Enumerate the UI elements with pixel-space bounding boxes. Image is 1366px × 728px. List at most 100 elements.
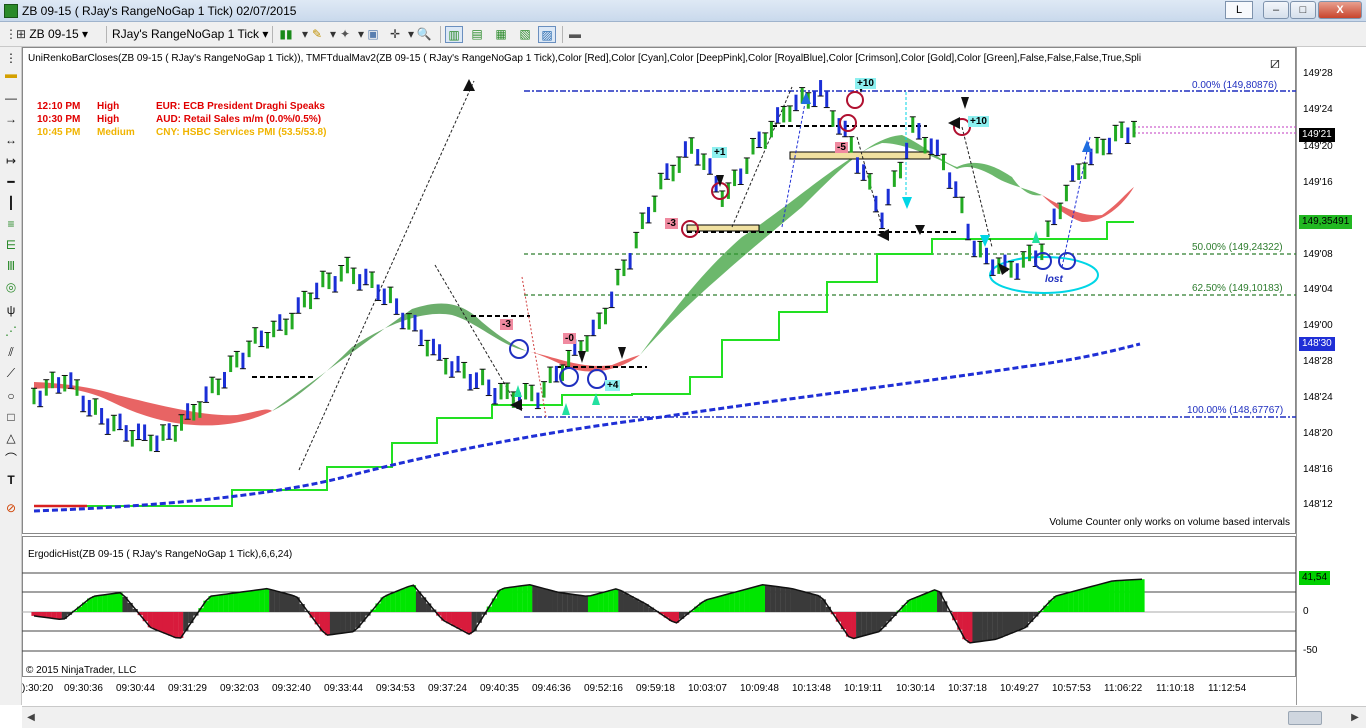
ruler-icon[interactable]: ▬: [2, 65, 20, 83]
chevron-down-icon: ▾: [262, 27, 269, 41]
histogram-bar: [56, 612, 62, 620]
histogram-bar: [759, 584, 766, 612]
histogram-bar: [724, 594, 730, 612]
maximize-button[interactable]: □: [1290, 1, 1316, 19]
extended-line-icon[interactable]: ↔: [2, 131, 20, 149]
arrow-line-icon[interactable]: ↦: [2, 152, 20, 170]
pitchfork-icon[interactable]: ψ: [2, 301, 20, 319]
minimize-button[interactable]: –: [1263, 1, 1289, 19]
gann-fan-icon[interactable]: ⋰: [2, 322, 20, 340]
ray-icon[interactable]: →: [2, 110, 20, 128]
rectangle-icon[interactable]: □: [2, 408, 20, 426]
histogram-bar: [987, 612, 993, 641]
histogram-bar: [916, 596, 922, 612]
trade-pl-label: -3: [500, 319, 513, 330]
histogram-bar: [557, 592, 563, 612]
text-icon[interactable]: T: [2, 471, 20, 489]
interval-selector[interactable]: RJay's RangeNoGap 1 Tick ▾: [112, 26, 268, 43]
histogram-bar: [264, 588, 270, 612]
fib-label: 0.00% (149,80876): [1192, 80, 1278, 91]
chart-trader-icon[interactable]: ▥: [445, 26, 463, 43]
price-tick-label: 148'28: [1303, 356, 1333, 367]
zoom-icon[interactable]: 🔍: [415, 26, 433, 43]
trade-pl-label: -5: [835, 142, 848, 153]
news-event: 12:10 PM High EUR: ECB President Draghi Sp…: [37, 100, 326, 113]
vertical-line-icon[interactable]: ┃: [2, 194, 20, 212]
histogram-bar: [582, 596, 589, 612]
fib-retracement-icon[interactable]: ≡: [2, 215, 20, 233]
histogram-bar: [1103, 582, 1110, 612]
layout-icon[interactable]: ▨: [538, 26, 556, 43]
histogram-bar: [248, 590, 255, 612]
strategies-icon[interactable]: ▦: [492, 26, 510, 43]
histogram-bar: [466, 612, 472, 635]
time-tick-label: 10:19:11: [844, 683, 883, 694]
event-time: 10:30 PM: [37, 114, 81, 125]
time-axis[interactable]: ):30:20 09:30:36 09:30:44 09:31:29 09:32…: [22, 680, 1274, 698]
close-button[interactable]: X: [1318, 1, 1362, 19]
link-button[interactable]: L: [1225, 1, 1253, 19]
histogram-bar: [1002, 612, 1008, 636]
templates-icon[interactable]: ▬: [566, 26, 584, 43]
scrollbar-thumb[interactable]: [1288, 711, 1322, 725]
price-axis[interactable]: 149'28 149'24 149'20 149'16 149'08 149'0…: [1296, 47, 1366, 705]
direction-arrow: [510, 399, 522, 411]
trade-pl-label: -3: [665, 218, 678, 229]
trend-line: [1061, 136, 1091, 268]
chart-trader-collapse-icon[interactable]: ⧄: [1264, 55, 1286, 72]
histogram-bar: [851, 612, 857, 639]
snapshot-icon[interactable]: ▣: [364, 26, 382, 43]
direction-arrow: [877, 229, 889, 241]
event-importance: High: [97, 101, 120, 112]
histogram-bar: [623, 593, 629, 612]
chevron-down-icon: ▾: [82, 27, 89, 41]
remove-drawings-icon[interactable]: ⊘: [2, 499, 20, 517]
scroll-left-icon[interactable]: ◀: [24, 711, 38, 725]
histogram-bar: [587, 595, 594, 612]
ellipse-icon[interactable]: ○: [2, 387, 20, 405]
lost-label: lost: [1045, 274, 1063, 285]
horizontal-line-icon[interactable]: ━: [2, 173, 20, 191]
fib-extension-icon[interactable]: ⋿: [2, 236, 20, 254]
histogram-bar: [517, 586, 523, 612]
histogram-bar: [1109, 581, 1115, 612]
indicators-icon[interactable]: ▤: [468, 26, 486, 43]
exit-circle-marker: [839, 114, 857, 132]
time-tick-label: 09:59:18: [636, 683, 675, 694]
arc-icon[interactable]: ⌒: [2, 450, 20, 468]
histogram-bar: [243, 591, 250, 612]
histogram-bar: [238, 592, 245, 612]
instrument-selector[interactable]: ⊞ ZB 09-15 ▾: [16, 26, 88, 43]
histogram-bar: [815, 595, 821, 612]
histogram-bar: [162, 612, 169, 634]
histogram-bar: [501, 588, 508, 612]
regression-channel-icon[interactable]: ⫽: [2, 343, 20, 361]
histogram-bar: [931, 589, 938, 612]
time-tick-label: 11:10:18: [1156, 683, 1195, 694]
data-box-icon[interactable]: ▧: [516, 26, 534, 43]
signal-markers: [463, 79, 1092, 415]
histogram-bar: [228, 593, 234, 612]
horizontal-scrollbar[interactable]: ◀ ▶: [22, 706, 1366, 728]
histogram-bar: [977, 612, 983, 642]
price-tick-label: 148'24: [1303, 392, 1333, 403]
histogram-bar: [345, 612, 351, 633]
time-tick-label: 09:32:40: [272, 683, 311, 694]
chart-area[interactable]: UniRenkoBarCloses(ZB 09-15 ( RJay's Rang…: [22, 47, 1366, 705]
histogram-bar: [213, 595, 219, 612]
histogram-bar: [613, 588, 619, 612]
histogram-bar: [284, 593, 290, 612]
histogram-bar: [324, 612, 331, 636]
direction-arrow: [463, 79, 475, 91]
histogram-bar: [1083, 587, 1089, 612]
trend-channel-icon[interactable]: ⟋: [2, 364, 20, 382]
sell-arrow-marker: [618, 347, 626, 359]
scroll-right-icon[interactable]: ▶: [1348, 711, 1362, 725]
fib-time-icon[interactable]: Ⅲ: [2, 257, 20, 275]
time-tick-label: 11:06:22: [1104, 683, 1143, 694]
line-icon[interactable]: ―: [2, 89, 20, 107]
triangle-icon[interactable]: △: [2, 429, 20, 447]
bar-type-icon[interactable]: ▮▮: [277, 26, 295, 43]
fib-circle-icon[interactable]: ◎: [2, 278, 20, 296]
window-title: ZB 09-15 ( RJay's RangeNoGap 1 Tick) 02/…: [22, 4, 297, 18]
